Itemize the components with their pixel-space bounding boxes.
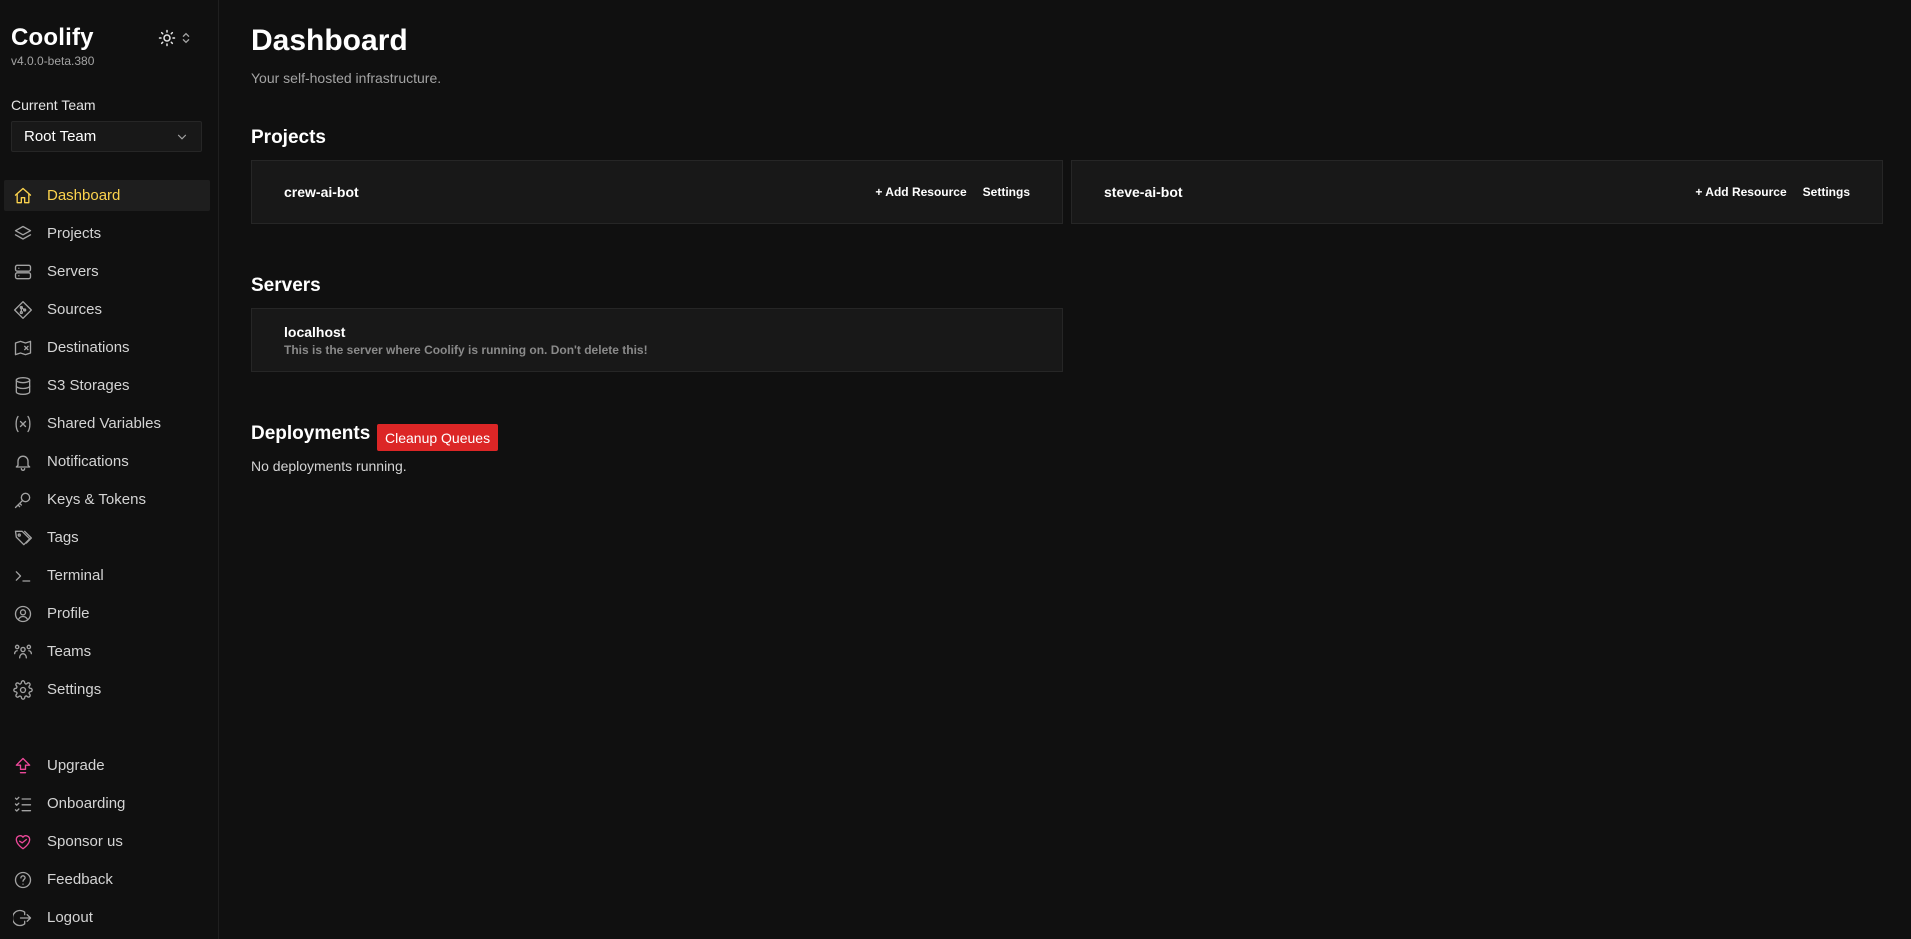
layers-icon <box>12 223 34 245</box>
nav-label: S3 Storages <box>47 377 130 394</box>
users-icon <box>12 641 34 663</box>
chevron-down-icon <box>177 134 187 140</box>
project-card[interactable]: steve-ai-bot + Add Resource Settings <box>1071 160 1883 224</box>
project-settings-button[interactable]: Settings <box>983 185 1030 199</box>
theme-toggle[interactable] <box>158 28 198 48</box>
nav-item-terminal[interactable]: Terminal <box>4 560 210 591</box>
team-select[interactable]: Root Team <box>11 121 202 152</box>
current-team-label: Current Team <box>11 97 96 113</box>
nav-item-notifications[interactable]: Notifications <box>4 446 210 477</box>
nav-item-logout[interactable]: Logout <box>4 902 210 933</box>
nav-label: Tags <box>47 529 79 546</box>
nav-item-dashboard[interactable]: Dashboard <box>4 180 210 211</box>
nav-item-upgrade[interactable]: Upgrade <box>4 750 210 781</box>
add-resource-button[interactable]: + Add Resource <box>1695 185 1786 199</box>
key-icon <box>12 489 34 511</box>
deployments-title: Deployments <box>251 423 371 444</box>
nav-label: Upgrade <box>47 757 105 774</box>
servers-title: Servers <box>251 275 321 296</box>
brand-version: v4.0.0-beta.380 <box>11 54 95 68</box>
git-icon <box>12 299 34 321</box>
team-select-value: Root Team <box>24 128 97 145</box>
nav-label: Terminal <box>47 567 104 584</box>
server-description: This is the server where Coolify is runn… <box>284 342 648 357</box>
deployments-empty-text: No deployments running. <box>251 458 407 474</box>
project-name[interactable]: crew-ai-bot <box>284 184 359 200</box>
cleanup-queues-button[interactable]: Cleanup Queues <box>377 424 499 451</box>
nav-label: Settings <box>47 681 102 698</box>
database-icon <box>12 375 34 397</box>
logout-icon <box>12 907 34 929</box>
main-nav: Dashboard Projects Servers Sources Desti… <box>4 180 210 712</box>
nav-label: Dashboard <box>47 187 121 204</box>
help-circle-icon <box>12 869 34 891</box>
tag-icon <box>12 527 34 549</box>
nav-label: Notifications <box>47 453 129 470</box>
nav-item-projects[interactable]: Projects <box>4 218 210 249</box>
nav-item-feedback[interactable]: Feedback <box>4 864 210 895</box>
project-actions: + Add Resource Settings <box>1695 185 1850 199</box>
nav-item-sponsor[interactable]: Sponsor us <box>4 826 210 857</box>
nav-item-onboarding[interactable]: Onboarding <box>4 788 210 819</box>
nav-item-sources[interactable]: Sources <box>4 294 210 325</box>
page-subtitle: Your self-hosted infrastructure. <box>251 70 442 86</box>
project-card[interactable]: crew-ai-bot + Add Resource Settings <box>251 160 1063 224</box>
server-icon <box>12 261 34 283</box>
nav-label: Profile <box>47 605 90 622</box>
nav-label: Sources <box>47 301 103 318</box>
brand: Coolify v4.0.0-beta.380 <box>11 24 94 68</box>
chevron-updown-icon <box>182 32 190 44</box>
page-title: Dashboard <box>251 24 408 57</box>
nav-label: Sponsor us <box>47 833 123 850</box>
nav-label: Onboarding <box>47 795 126 812</box>
gear-icon <box>12 679 34 701</box>
home-icon <box>12 185 34 207</box>
nav-item-profile[interactable]: Profile <box>4 598 210 629</box>
user-circle-icon <box>12 603 34 625</box>
nav-label: Projects <box>47 225 102 242</box>
sun-icon <box>158 29 176 47</box>
nav-item-destinations[interactable]: Destinations <box>4 332 210 363</box>
nav-label: Feedback <box>47 871 113 888</box>
nav-label: Destinations <box>47 339 130 356</box>
bottom-nav: Upgrade Onboarding Sponsor us Feedback L… <box>4 750 210 939</box>
heart-icon <box>12 831 34 853</box>
nav-label: Keys & Tokens <box>47 491 146 508</box>
projects-title: Projects <box>251 127 326 148</box>
terminal-icon <box>12 565 34 587</box>
sidebar: Coolify v4.0.0-beta.380 Current Team Roo… <box>0 0 219 939</box>
add-resource-button[interactable]: + Add Resource <box>875 185 966 199</box>
bell-icon <box>12 451 34 473</box>
server-card[interactable]: localhost This is the server where Cooli… <box>251 308 1063 372</box>
nav-item-shared-variables[interactable]: Shared Variables <box>4 408 210 439</box>
brand-name[interactable]: Coolify <box>11 24 94 52</box>
variable-icon <box>12 413 34 435</box>
project-actions: + Add Resource Settings <box>875 185 1030 199</box>
nav-item-settings[interactable]: Settings <box>4 674 210 705</box>
nav-label: Logout <box>47 909 93 926</box>
nav-item-keys-tokens[interactable]: Keys & Tokens <box>4 484 210 515</box>
nav-item-servers[interactable]: Servers <box>4 256 210 287</box>
checklist-icon <box>12 793 34 815</box>
project-settings-button[interactable]: Settings <box>1803 185 1850 199</box>
nav-label: Teams <box>47 643 92 660</box>
upgrade-arrow-icon <box>12 755 34 777</box>
nav-label: Shared Variables <box>47 415 161 432</box>
nav-item-teams[interactable]: Teams <box>4 636 210 667</box>
nav-label: Servers <box>47 263 99 280</box>
server-name: localhost <box>284 323 346 340</box>
nav-item-tags[interactable]: Tags <box>4 522 210 553</box>
nav-item-s3-storages[interactable]: S3 Storages <box>4 370 210 401</box>
project-name[interactable]: steve-ai-bot <box>1104 184 1183 200</box>
map-icon <box>12 337 34 359</box>
